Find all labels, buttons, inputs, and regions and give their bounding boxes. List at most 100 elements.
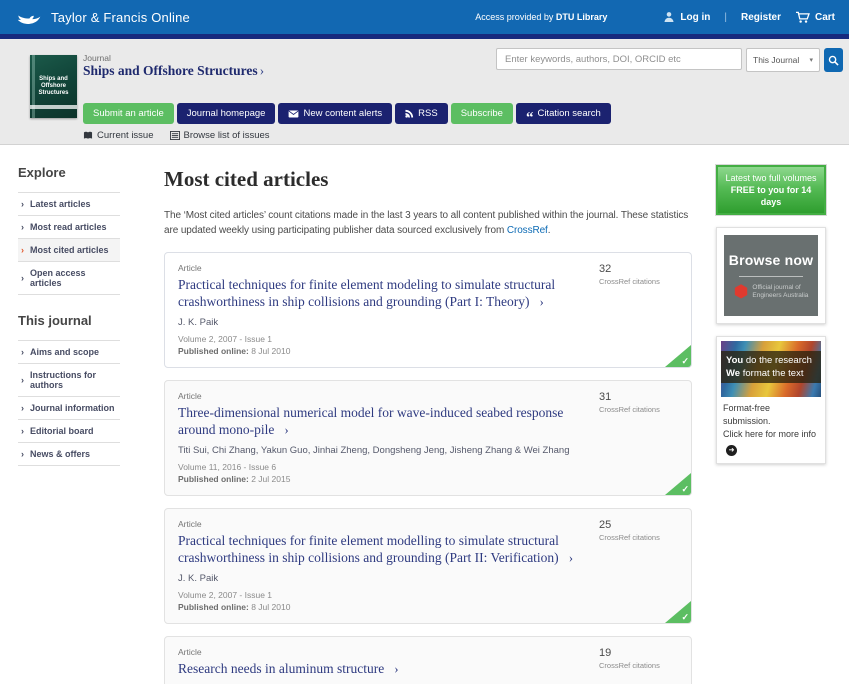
article-published: Published online: 8 Jul 2010: [178, 346, 591, 356]
explore-list: › Latest articles › Most read articles ›…: [18, 192, 120, 295]
format-banner-overlay-text: You do the research We format the text: [721, 351, 821, 383]
article-type-label: Article: [178, 647, 591, 657]
citation-count-label: CrossRef citations: [599, 661, 679, 670]
article-title-link[interactable]: Research needs in aluminum structure›: [178, 660, 591, 677]
citation-search-button[interactable]: “ Citation search: [516, 103, 611, 124]
chevron-right-icon: ›: [21, 222, 24, 232]
format-banner-caption: Format-free submission. Click here for m…: [721, 397, 821, 459]
article-authors: J. K. Paik: [178, 317, 591, 328]
divider: |: [724, 12, 727, 23]
article-issue-link[interactable]: Volume 2, 2007 - Issue 1: [178, 590, 591, 600]
format-free-banner[interactable]: You do the research We format the text F…: [716, 336, 826, 464]
chevron-right-icon: ›: [21, 449, 24, 459]
submit-article-button[interactable]: Submit an article: [83, 103, 174, 124]
article-title-link[interactable]: Three-dimensional numerical model for wa…: [178, 404, 591, 438]
journal-actions-row: Submit an article Journal homepage New c…: [83, 103, 611, 124]
sidebar-item-open-access-articles[interactable]: › Open access articles: [18, 262, 120, 295]
article-title-link[interactable]: Practical techniques for finite element …: [178, 532, 591, 566]
citation-count-block: 32 CrossRef citations: [599, 263, 679, 286]
search-scope-dropdown[interactable]: This Journal ▾: [746, 48, 820, 72]
journal-cover-image[interactable]: Ships and Offshore Structures: [30, 55, 77, 118]
check-icon: ✓: [681, 484, 689, 495]
search-input[interactable]: [496, 48, 742, 70]
access-org: DTU Library: [556, 12, 608, 22]
citation-count-label: CrossRef citations: [599, 533, 679, 542]
quote-icon: “: [526, 116, 534, 120]
article-authors: Titi Sui, Chi Zhang, Yakun Guo, Jinhai Z…: [178, 445, 591, 456]
book-icon: [83, 131, 93, 140]
current-issue-link[interactable]: Current issue: [83, 130, 154, 141]
citation-count-label: CrossRef citations: [599, 277, 679, 286]
citation-count: 32: [599, 263, 679, 275]
this-journal-list: › Aims and scope › Instructions for auth…: [18, 340, 120, 466]
journal-title-link[interactable]: Ships and Offshore Structures›: [83, 63, 264, 79]
check-icon: ✓: [681, 612, 689, 623]
browse-banner-caption: Official journal of Engineers Australia: [752, 284, 808, 300]
login-link[interactable]: Log in: [663, 11, 710, 23]
sidebar-heading-this-journal: This journal: [18, 313, 120, 328]
user-icon: [663, 11, 675, 23]
subscribe-button[interactable]: Subscribe: [451, 103, 513, 124]
citation-count: 25: [599, 519, 679, 531]
new-content-alerts-button[interactable]: New content alerts: [278, 103, 392, 124]
chevron-right-icon: ›: [21, 273, 24, 283]
sidebar-item-aims-and-scope[interactable]: › Aims and scope: [18, 341, 120, 364]
rss-icon: [405, 109, 414, 118]
chevron-right-icon: ›: [21, 426, 24, 436]
free-trial-banner[interactable]: Latest two full volumes FREE to you for …: [716, 165, 826, 215]
sidebar-item-most-cited-articles[interactable]: › Most cited articles: [18, 239, 120, 262]
article-card: Article Research needs in aluminum struc…: [164, 636, 692, 684]
page-description: The ‘Most cited articles’ count citation…: [164, 208, 692, 238]
search-button[interactable]: [824, 48, 843, 72]
engineers-australia-logo-icon: ⬢: [734, 285, 749, 299]
taylor-francis-home-link[interactable]: Taylor & Francis Online: [15, 9, 190, 26]
citation-count: 19: [599, 647, 679, 659]
article-published: Published online: 2 Jul 2015: [178, 474, 591, 484]
cart-link[interactable]: Cart: [795, 11, 835, 24]
cart-icon: [795, 11, 810, 24]
envelope-icon: [288, 110, 299, 118]
search-icon: [828, 55, 839, 66]
citation-count: 31: [599, 391, 679, 403]
search-area: This Journal ▾: [496, 48, 843, 72]
crossref-link[interactable]: CrossRef: [507, 225, 548, 236]
sidebar: Explore › Latest articles › Most read ar…: [18, 165, 120, 466]
issue-links-row: Current issue Browse list of issues: [83, 130, 270, 141]
taylor-francis-logo-icon: [15, 9, 43, 26]
chevron-right-icon: ›: [21, 375, 24, 385]
article-issue-link[interactable]: Volume 2, 2007 - Issue 1: [178, 334, 591, 344]
rss-button[interactable]: RSS: [395, 103, 448, 124]
sidebar-item-instructions-for-authors[interactable]: › Instructions for authors: [18, 364, 120, 397]
article-type-label: Article: [178, 391, 591, 401]
sidebar-item-editorial-board[interactable]: › Editorial board: [18, 420, 120, 443]
access-provided-text: Access provided by DTU Library: [475, 12, 607, 22]
chevron-right-icon: ›: [21, 403, 24, 413]
article-card: Article Three-dimensional numerical mode…: [164, 380, 692, 496]
register-link[interactable]: Register: [741, 12, 781, 23]
article-list: Article Practical techniques for finite …: [164, 252, 692, 684]
citation-count-block: 19 CrossRef citations: [599, 647, 679, 670]
article-title-link[interactable]: Practical techniques for finite element …: [178, 276, 591, 310]
chevron-right-icon: ›: [21, 199, 24, 209]
list-icon: [170, 131, 180, 140]
chevron-down-icon: ▾: [809, 56, 813, 64]
right-rail: Latest two full volumes FREE to you for …: [716, 165, 826, 464]
browse-issues-link[interactable]: Browse list of issues: [170, 130, 270, 141]
sidebar-item-journal-information[interactable]: › Journal information: [18, 397, 120, 420]
article-card: Article Practical techniques for finite …: [164, 252, 692, 368]
browse-now-label: Browse now: [729, 252, 813, 268]
sidebar-item-latest-articles[interactable]: › Latest articles: [18, 193, 120, 216]
article-type-label: Article: [178, 519, 591, 529]
sidebar-item-news-offers[interactable]: › News & offers: [18, 443, 120, 466]
check-icon: ✓: [681, 356, 689, 367]
article-type-label: Article: [178, 263, 591, 273]
journal-homepage-button[interactable]: Journal homepage: [177, 103, 276, 124]
citation-count-block: 25 CrossRef citations: [599, 519, 679, 542]
brand-title: Taylor & Francis Online: [51, 10, 190, 25]
chevron-right-icon: ›: [569, 550, 573, 565]
format-banner-artwork: You do the research We format the text: [721, 341, 821, 397]
main-content: Most cited articles The ‘Most cited arti…: [164, 157, 692, 684]
browse-now-banner[interactable]: Browse now ⬢ Official journal of Enginee…: [716, 227, 826, 324]
article-issue-link[interactable]: Volume 11, 2016 - Issue 6: [178, 462, 591, 472]
sidebar-item-most-read-articles[interactable]: › Most read articles: [18, 216, 120, 239]
